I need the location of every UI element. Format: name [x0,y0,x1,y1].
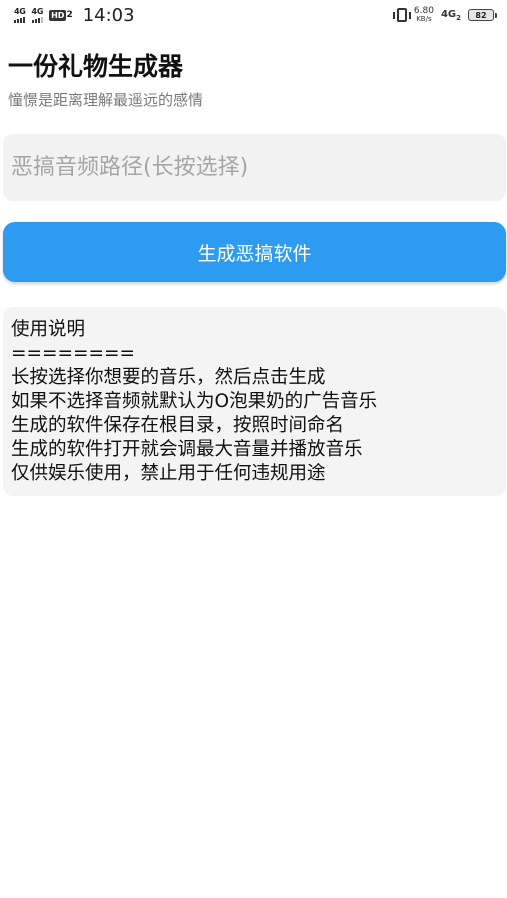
instructions-line: 长按选择你想要的音乐，然后点击生成 [11,367,326,388]
hd-label: HD [49,9,67,21]
page-subtitle: 憧憬是距离理解最遥远的感情 [8,91,204,109]
vibrate-icon [392,8,411,22]
hd-voice-icon: HD 2 [49,9,73,21]
audio-path-input[interactable] [3,134,506,201]
instructions-heading: 使用说明 [11,319,86,340]
instructions-divider: ======== [11,343,136,364]
instructions-line: 生成的软件保存在根目录，按照时间命名 [11,415,345,436]
network-type-label: 4G [14,6,26,16]
generate-button[interactable]: 生成恶搞软件 [3,222,506,282]
status-left: 4G 4G HD 2 14:03 [14,5,135,26]
network-speed-unit: KB/s [416,15,432,23]
page-title: 一份礼物生成器 [8,52,184,81]
signal-icon-sim2: 4G [31,6,44,23]
battery-icon: 82 [468,9,497,21]
instructions-line: 生成的软件打开就会调最大音量并播放音乐 [11,439,363,460]
instructions-line: 仅供娱乐使用，禁止用于任何违规用途 [11,463,326,484]
network-type-label: 4G [31,6,44,16]
clock: 14:03 [82,4,135,26]
status-bar: 4G 4G HD 2 14:03 6.80 KB/s 4G2 82 [0,0,507,30]
battery-level: 82 [468,9,494,21]
network-sub-label: 2 [456,13,461,22]
instructions-card: 使用说明 ======== 长按选择你想要的音乐，然后点击生成 如果不选择音频就… [3,307,506,496]
network-4g-icon: 4G2 [441,9,461,22]
instructions-line: 如果不选择音频就默认为O泡果奶的广告音乐 [11,391,378,412]
status-right: 6.80 KB/s 4G2 82 [392,7,497,23]
network-speed: 6.80 KB/s [414,7,434,23]
signal-icon-sim1: 4G [14,6,26,23]
hd-sub: 2 [66,10,73,20]
network-type-label: 4G [440,8,457,20]
